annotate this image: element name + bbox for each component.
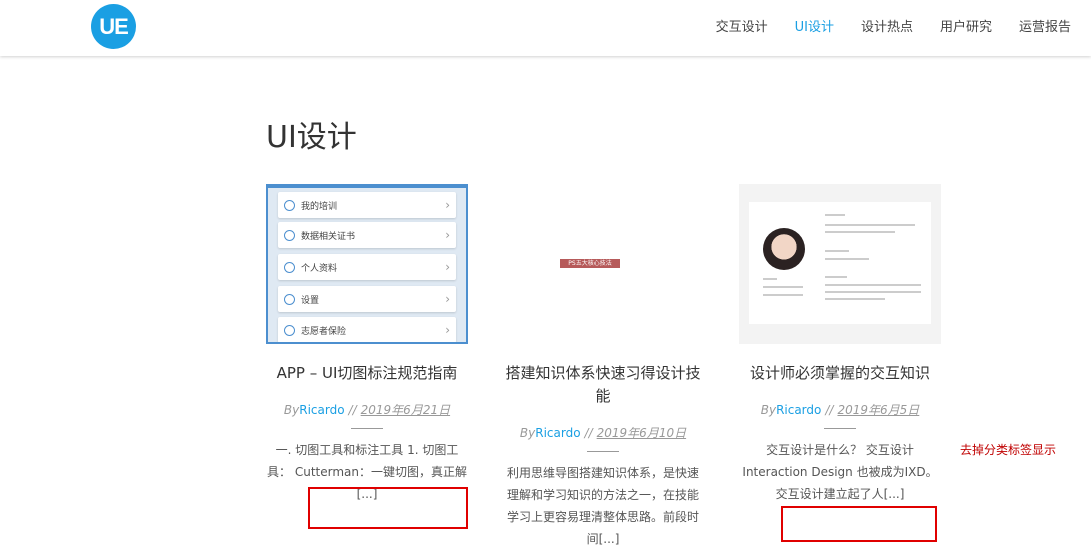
- nav-item-operations-report[interactable]: 运营报告: [1019, 16, 1071, 35]
- post-meta: ByRicardo // 2019年6月21日: [265, 401, 469, 418]
- chevron-right-icon: ›: [445, 323, 450, 337]
- thumbnail-tag: PS五大核心技法: [560, 259, 620, 268]
- text-line: [825, 250, 849, 252]
- site-header: UE 交互设计 UI设计 设计热点 用户研究 运营报告: [0, 0, 1091, 56]
- post-card: 我的培训 › 数据相关证书 › 个人资料 › 设置 › 志愿者保险 › APP – UI切…: [265, 184, 469, 505]
- post-date[interactable]: 2019年6月21日: [361, 403, 450, 417]
- chevron-right-icon: ›: [445, 198, 450, 212]
- text-line: [825, 214, 845, 216]
- main-nav: 交互设计 UI设计 设计热点 用户研究 运营报告: [689, 0, 1071, 50]
- post-thumbnail[interactable]: 我的培训 › 数据相关证书 › 个人资料 › 设置 › 志愿者保险 ›: [266, 184, 468, 344]
- thumb-row: 数据相关证书 ›: [278, 222, 456, 248]
- post-excerpt: 利用思维导图搭建知识体系，是快速理解和学习知识的方法之一，在技能学习上更容易理清…: [506, 466, 699, 546]
- divider: [351, 428, 383, 429]
- by-label: By: [283, 403, 300, 417]
- post-card: 设计师必须掌握的交互知识 ByRicardo //2019年6月5日 交互设计是什…: [738, 184, 942, 505]
- thumb-row: 设置 ›: [278, 286, 456, 312]
- divider: [587, 451, 619, 452]
- post-meta: ByRicardo // 2019年6月10日: [501, 424, 705, 441]
- umbrella-icon: [284, 324, 295, 336]
- post-date[interactable]: 2019年6月5日: [837, 403, 919, 417]
- post-author[interactable]: Ricardo: [535, 426, 580, 440]
- post-thumbnail[interactable]: [739, 184, 941, 344]
- text-line: [763, 278, 777, 280]
- nav-item-ui-design[interactable]: UI设计: [795, 16, 834, 35]
- nav-item-design-trends[interactable]: 设计热点: [861, 16, 913, 35]
- read-more-link[interactable]: [...]: [884, 487, 905, 501]
- thumb-row: 个人资料 ›: [278, 254, 456, 280]
- chevron-right-icon: ›: [445, 228, 450, 242]
- text-line: [825, 276, 847, 278]
- text-line: [825, 291, 921, 293]
- meta-separator: //: [825, 403, 834, 417]
- portrait-image: [763, 228, 805, 270]
- post-excerpt: 交互设计是什么？ 交互设计 Interaction Design 也被成为IXD…: [742, 443, 938, 501]
- post-author[interactable]: Ricardo: [776, 403, 821, 417]
- by-label: By: [519, 426, 536, 440]
- thumb-row: 志愿者保险 ›: [278, 317, 456, 342]
- post-card: PS五大核心技法 搭建知识体系快速习得设计技能 ByRicardo // 2019年…: [501, 184, 705, 550]
- training-icon: [284, 199, 295, 211]
- post-date[interactable]: 2019年6月10日: [597, 426, 686, 440]
- text-line: [763, 286, 803, 288]
- post-title[interactable]: 搭建知识体系快速习得设计技能: [501, 362, 705, 408]
- certificate-icon: [284, 229, 295, 241]
- text-line: [825, 284, 921, 286]
- meta-separator: //: [584, 426, 593, 440]
- site-logo[interactable]: UE: [91, 4, 136, 49]
- post-meta: ByRicardo //2019年6月5日: [738, 401, 942, 418]
- text-line: [825, 258, 869, 260]
- thumb-row: 我的培训 ›: [278, 192, 456, 218]
- text-line: [825, 224, 915, 226]
- post-title[interactable]: 设计师必须掌握的交互知识: [738, 362, 942, 385]
- meta-separator: //: [348, 403, 357, 417]
- annotation-box: [781, 506, 937, 542]
- thumbnail-document: [749, 202, 931, 324]
- by-label: By: [760, 403, 777, 417]
- text-line: [763, 294, 803, 296]
- chevron-right-icon: ›: [445, 260, 450, 274]
- post-author[interactable]: Ricardo: [299, 403, 344, 417]
- gear-icon: [284, 293, 295, 305]
- annotation-box: [308, 487, 468, 529]
- profile-icon: [284, 261, 295, 273]
- chevron-right-icon: ›: [445, 292, 450, 306]
- text-line: [825, 298, 885, 300]
- text-line: [825, 231, 895, 233]
- post-title[interactable]: APP – UI切图标注规范指南: [265, 362, 469, 385]
- nav-item-user-research[interactable]: 用户研究: [940, 16, 992, 35]
- divider: [824, 428, 856, 429]
- annotation-note: 去掉分类标签显示: [960, 443, 1057, 457]
- nav-item-interaction-design[interactable]: 交互设计: [716, 16, 768, 35]
- post-thumbnail[interactable]: PS五大核心技法: [502, 184, 704, 344]
- page-title: UI设计: [266, 120, 357, 155]
